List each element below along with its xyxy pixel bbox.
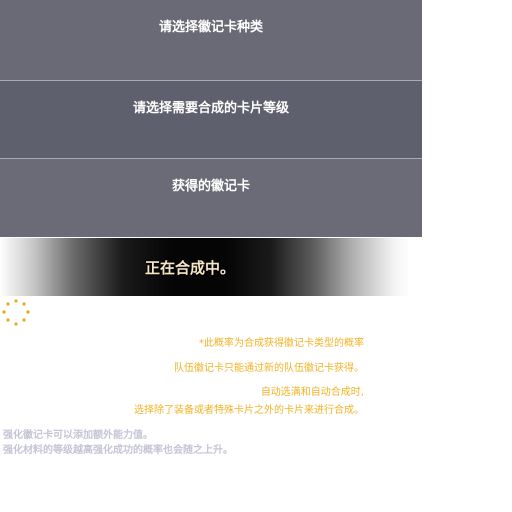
- card-grade-selector[interactable]: 请选择需要合成的卡片等级: [0, 81, 422, 158]
- team-badge-note: 队伍徽记卡只能通过新的队伍徽记卡获得。: [174, 363, 364, 374]
- synthesis-status-text: 正在合成中。: [145, 259, 236, 277]
- tip-line: 强化材料的等级越高强化成功的概率也会随之上升。: [3, 445, 233, 456]
- badge-type-selector[interactable]: 请选择徽记卡种类: [0, 0, 422, 80]
- exclusion-note: 选择除了装备或者特殊卡片之外的卡片来进行合成。: [134, 405, 364, 416]
- probability-note: *此概率为合成获得徽记卡类型的概率: [199, 338, 364, 349]
- result-badge-label: 获得的徽记卡: [171, 179, 250, 194]
- tip-line: 强化徽记卡可以添加额外能力值。: [3, 430, 153, 441]
- result-badge-panel: 获得的徽记卡: [0, 159, 422, 237]
- card-grade-label: 请选择需要合成的卡片等级: [132, 101, 289, 116]
- loading-spinner-icon: [2, 299, 30, 326]
- auto-select-note: 自动选满和自动合成时,: [260, 387, 364, 398]
- badge-type-label: 请选择徽记卡种类: [158, 20, 263, 35]
